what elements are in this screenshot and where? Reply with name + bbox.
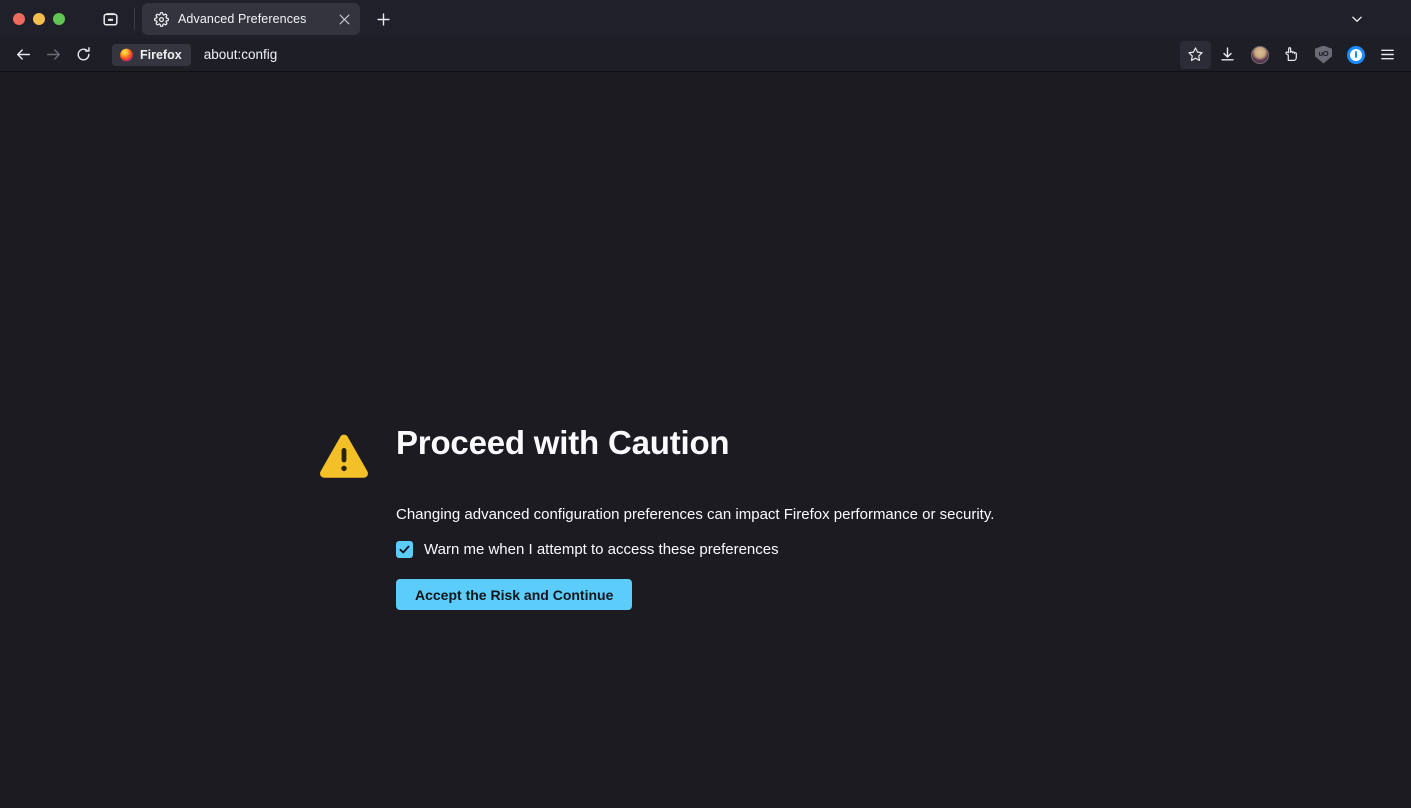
tabstrip-divider (134, 8, 135, 30)
accept-risk-button[interactable]: Accept the Risk and Continue (396, 579, 633, 610)
extension-button[interactable] (1276, 41, 1307, 69)
download-icon (1221, 47, 1234, 61)
bookmark-star-button[interactable] (1180, 40, 1211, 69)
checkmark-icon (399, 545, 410, 554)
tab-advanced-preferences[interactable]: Advanced Preferences (142, 3, 360, 35)
hamburger-icon (1381, 49, 1394, 60)
gear-icon (153, 11, 169, 27)
warn-me-checkbox[interactable] (396, 541, 413, 558)
url-bar[interactable]: Firefox about:config (108, 41, 1172, 69)
warn-me-checkbox-row[interactable]: Warn me when I attempt to access these p… (396, 541, 1077, 558)
shield-icon: uO (1315, 45, 1332, 64)
page-content: Proceed with Caution Changing advanced c… (0, 72, 1411, 808)
avatar-icon (1250, 45, 1269, 64)
firefox-logo-icon (120, 47, 133, 62)
window-close-button[interactable] (13, 13, 25, 25)
window-minimize-button[interactable] (33, 13, 45, 25)
new-tab-button[interactable] (369, 5, 397, 33)
sidebar-toggle-button[interactable] (95, 5, 125, 33)
password-manager-button[interactable] (1340, 41, 1371, 69)
tab-title: Advanced Preferences (178, 12, 307, 26)
warning-triangle-icon (317, 430, 371, 484)
onepassword-bar (1354, 51, 1357, 58)
downloads-button[interactable] (1212, 41, 1243, 69)
list-all-tabs-button[interactable] (1343, 5, 1371, 33)
account-avatar-button[interactable] (1244, 41, 1275, 69)
onepassword-inner (1349, 48, 1362, 61)
close-icon (339, 14, 349, 24)
onepassword-icon (1346, 45, 1365, 64)
config-warning-panel: Proceed with Caution Changing advanced c… (317, 424, 1077, 610)
toolbar-actions: uO (1180, 40, 1403, 69)
warning-description: Changing advanced configuration preferen… (396, 506, 995, 523)
hand-extension-icon (1285, 47, 1297, 61)
identity-label: Firefox (140, 47, 182, 62)
plus-icon (376, 12, 390, 26)
reload-icon (77, 47, 90, 61)
forward-button[interactable] (38, 41, 68, 69)
window-maximize-button[interactable] (53, 13, 65, 25)
site-identity-chip[interactable]: Firefox (112, 43, 191, 66)
ublock-badge: uO (1318, 49, 1329, 58)
reload-button[interactable] (68, 41, 98, 69)
tab-strip: Advanced Preferences (0, 0, 1411, 38)
arrow-left-icon (16, 49, 30, 60)
sidebar-icon (102, 12, 118, 26)
star-icon (1188, 47, 1203, 62)
navigation-toolbar: Firefox about:config uO (0, 38, 1411, 72)
back-button[interactable] (8, 41, 38, 69)
warning-header-row: Proceed with Caution (317, 424, 1077, 484)
app-menu-button[interactable] (1372, 41, 1403, 69)
chevron-down-icon (1352, 16, 1362, 22)
url-text[interactable]: about:config (204, 47, 278, 62)
page-title: Proceed with Caution (396, 424, 730, 461)
browser-window: Advanced Preferences Firefox about:confi… (0, 0, 1411, 808)
window-controls (0, 13, 75, 25)
tab-close-button[interactable] (334, 9, 354, 29)
arrow-right-icon (46, 49, 60, 60)
ublock-origin-button[interactable]: uO (1308, 41, 1339, 69)
warn-me-checkbox-label: Warn me when I attempt to access these p… (424, 541, 779, 558)
